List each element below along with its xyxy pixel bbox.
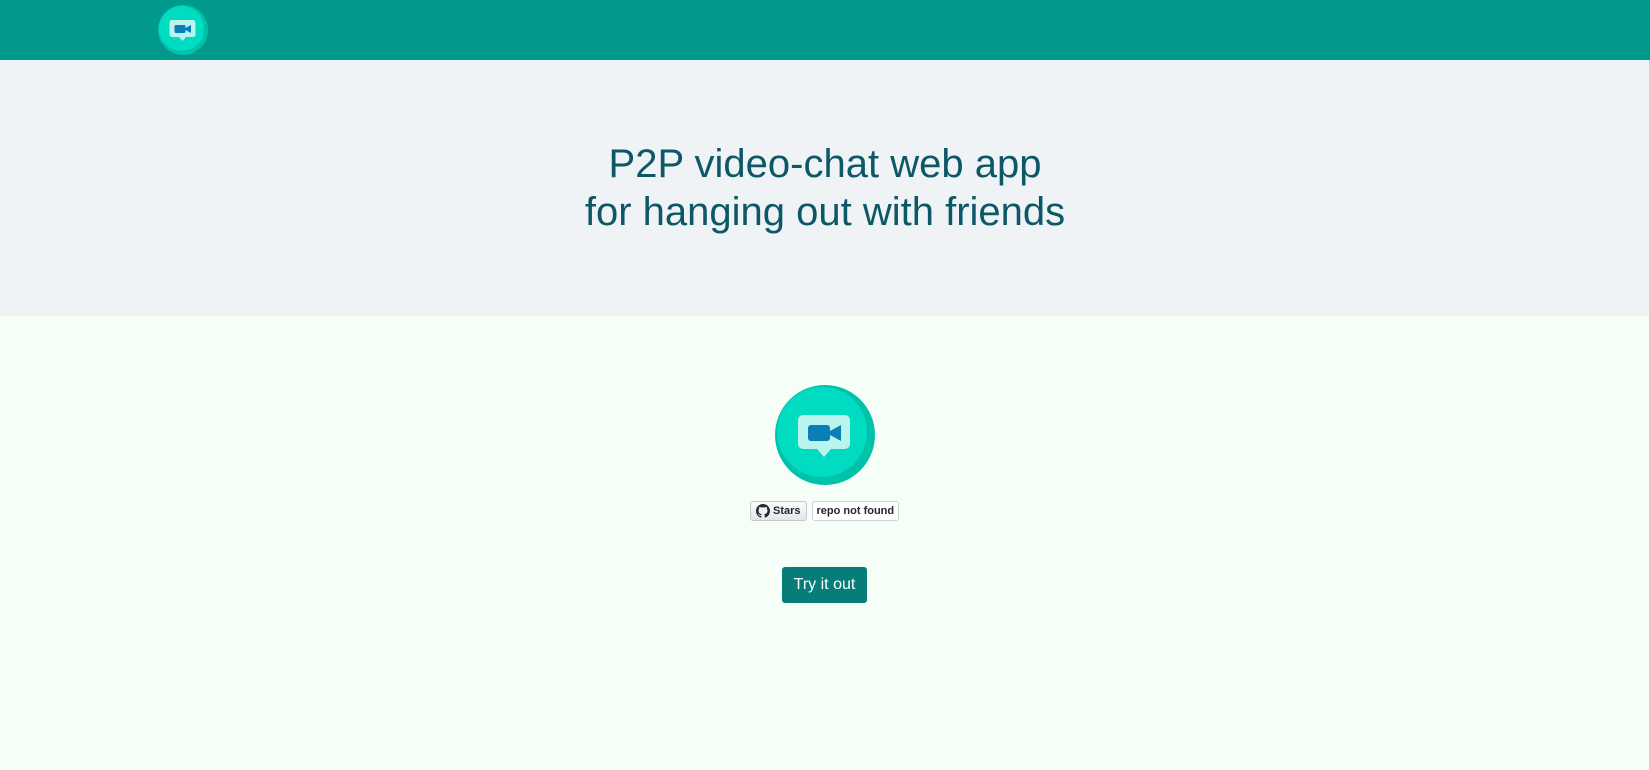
github-stars-button[interactable]: Stars bbox=[750, 501, 807, 521]
hero-title-line-1: P2P video-chat web app bbox=[608, 142, 1042, 186]
github-stars-label: Stars bbox=[773, 505, 801, 517]
page: P2P video-chat web app for hanging out w… bbox=[0, 0, 1650, 770]
video-chat-logo-icon[interactable] bbox=[158, 5, 208, 55]
try-it-out-button[interactable]: Try it out bbox=[782, 567, 867, 603]
github-stars-count[interactable]: repo not found bbox=[811, 501, 900, 521]
video-chat-logo-icon bbox=[775, 385, 875, 485]
top-navbar bbox=[0, 0, 1650, 60]
hero-title: P2P video-chat web app for hanging out w… bbox=[0, 140, 1650, 236]
hero-title-line-2: for hanging out with friends bbox=[584, 190, 1066, 234]
github-icon bbox=[756, 504, 770, 518]
hero-section: P2P video-chat web app for hanging out w… bbox=[0, 60, 1650, 316]
github-stars-widget: Stars repo not found bbox=[750, 501, 900, 521]
